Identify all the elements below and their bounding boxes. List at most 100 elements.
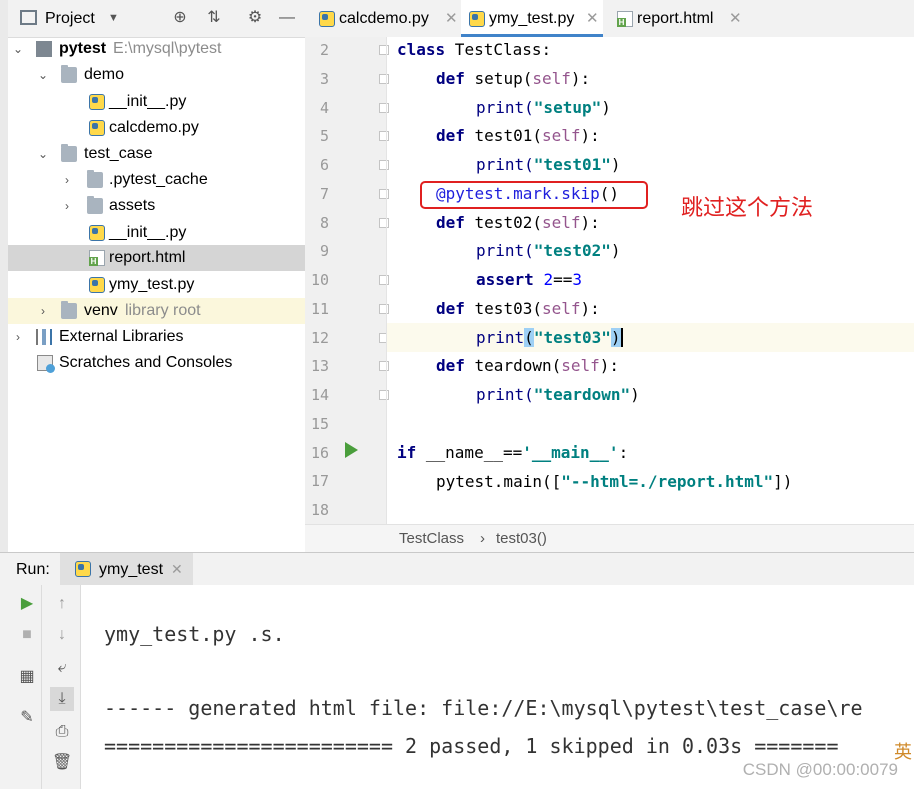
tab-label: report.html — [637, 10, 714, 27]
tab-label: ymy_test.py — [489, 10, 575, 27]
chevron-right-icon[interactable]: › — [36, 298, 50, 324]
fold-icon[interactable] — [379, 189, 389, 199]
arrow-down-icon[interactable]: ↓ — [52, 625, 72, 645]
chevron-down-icon[interactable]: ⌄ — [36, 141, 50, 167]
tree-item-label: External Libraries — [59, 328, 184, 345]
code-line: assert 2==3 — [476, 270, 582, 289]
breadcrumb-class[interactable]: TestClass — [399, 525, 464, 553]
code-line: print("teardown") — [476, 385, 640, 404]
scroll-to-end-icon[interactable]: ⤓ — [50, 687, 74, 711]
line-number: 18 — [310, 501, 329, 519]
tree-item-path: E:\mysql\pytest — [113, 40, 222, 57]
project-panel-title[interactable]: Project — [45, 0, 95, 37]
line-number: 12 — [310, 329, 329, 347]
tab-calcdemo[interactable]: calcdemo.py ✕ — [311, 0, 461, 37]
line-number: 5 — [319, 127, 329, 145]
breadcrumb-method[interactable]: test03() — [496, 525, 547, 553]
tree-item-label: venv — [84, 302, 118, 319]
run-panel-header: Run: ymy_test ✕ — [0, 552, 914, 587]
close-icon[interactable]: ✕ — [445, 0, 458, 37]
layout-icon[interactable]: ▦ — [17, 667, 37, 687]
tree-item-scratches[interactable]: Scratches and Consoles — [8, 350, 305, 376]
tree-item-ymy-test[interactable]: ymy_test.py — [8, 272, 305, 298]
tree-item-report-html[interactable]: report.html — [8, 245, 305, 271]
run-tab[interactable]: ymy_test ✕ — [60, 553, 193, 586]
console-line: ------ generated html file: file://E:\my… — [104, 696, 863, 720]
current-line-highlight — [387, 323, 914, 352]
arrow-up-icon[interactable]: ↑ — [52, 594, 72, 614]
fold-icon[interactable] — [379, 74, 389, 84]
chevron-down-icon[interactable]: ⌄ — [11, 36, 25, 62]
gear-icon[interactable]: ⚙ — [246, 9, 264, 27]
fold-icon[interactable] — [379, 103, 389, 113]
scratches-icon — [37, 355, 55, 373]
run-tab-label: ymy_test — [99, 561, 164, 578]
html-file-icon — [89, 250, 105, 266]
close-icon[interactable]: ✕ — [729, 0, 742, 37]
fold-icon[interactable] — [379, 131, 389, 141]
breadcrumb: TestClass › test03() — [305, 524, 914, 553]
run-toolbar: ▶ ■ ▦ ✎ ↑ ↓ ⤶ ⤓ ⎙ 🗑 — [0, 585, 81, 789]
code-editor[interactable]: 2 3 4 5 6 7 8 9 10 11 12 13 14 15 16 17 … — [305, 37, 914, 524]
line-number: 15 — [310, 415, 329, 433]
tree-item-test-case-init[interactable]: __init__.py — [8, 220, 305, 246]
rerun-icon[interactable]: ▶ — [17, 594, 37, 614]
close-icon[interactable]: ✕ — [586, 0, 599, 37]
code-line: def setup(self): — [436, 69, 591, 88]
fold-icon[interactable] — [379, 160, 389, 170]
tree-item-label: Scratches and Consoles — [59, 354, 233, 371]
python-file-icon — [89, 120, 105, 136]
tab-ymy-test[interactable]: ymy_test.py ✕ — [461, 0, 603, 37]
chevron-right-icon[interactable]: › — [60, 193, 74, 219]
line-number: 3 — [319, 70, 329, 88]
library-icon — [36, 329, 52, 345]
chevron-right-icon[interactable]: › — [11, 324, 25, 350]
code-line: print("test01") — [476, 155, 621, 174]
line-number: 6 — [319, 156, 329, 174]
tree-item-pytest[interactable]: ⌄ pytest E:\mysql\pytest — [8, 36, 305, 62]
chevron-right-icon[interactable]: › — [60, 167, 74, 193]
hide-icon[interactable]: — — [278, 9, 296, 27]
fold-icon[interactable] — [379, 304, 389, 314]
chevron-down-icon[interactable]: ⌄ — [36, 62, 50, 88]
soft-wrap-icon[interactable]: ⤶ — [52, 658, 72, 678]
code-line: def test02(self): — [436, 213, 600, 232]
project-panel-header: Project ▼ ⊕ ⇅ ⚙ — — [8, 0, 305, 38]
fold-icon[interactable] — [379, 45, 389, 55]
fold-icon[interactable] — [379, 218, 389, 228]
tree-item-assets[interactable]: › assets — [8, 193, 305, 219]
folder-icon — [61, 65, 77, 83]
chevron-down-icon[interactable]: ▼ — [108, 0, 119, 37]
code-line: def test03(self): — [436, 299, 600, 318]
project-panel: Project ▼ ⊕ ⇅ ⚙ — ⌄ pytest E:\mysql\pyte… — [8, 0, 306, 552]
tree-item-pytest-cache[interactable]: › .pytest_cache — [8, 167, 305, 193]
console-output[interactable]: ymy_test.py .s. ------ generated html fi… — [81, 585, 914, 789]
tree-item-label: pytest — [59, 40, 107, 57]
fold-icon[interactable] — [379, 390, 389, 400]
line-number: 9 — [319, 242, 329, 260]
folder-icon — [61, 301, 77, 319]
python-file-icon — [89, 94, 105, 110]
tree-item-test-case[interactable]: ⌄ test_case — [8, 141, 305, 167]
collapse-icon[interactable]: ⇅ — [205, 9, 223, 27]
code-line: class TestClass: — [397, 40, 552, 59]
close-icon[interactable]: ✕ — [171, 553, 183, 586]
locate-icon[interactable]: ⊕ — [171, 9, 189, 27]
tree-item-demo[interactable]: ⌄ demo — [8, 62, 305, 88]
print-icon[interactable]: ⎙ — [52, 722, 72, 742]
fold-icon[interactable] — [379, 361, 389, 371]
tree-item-label: .pytest_cache — [109, 171, 208, 188]
code-line: def teardown(self): — [436, 356, 620, 375]
tree-item-calcdemo[interactable]: calcdemo.py — [8, 115, 305, 141]
fold-icon[interactable] — [379, 275, 389, 285]
tab-report-html[interactable]: report.html ✕ — [609, 0, 755, 37]
tree-item-external-libraries[interactable]: › External Libraries — [8, 324, 305, 350]
tree-item-venv[interactable]: › venv library root — [8, 298, 305, 324]
html-file-icon — [617, 11, 633, 27]
pin-icon[interactable]: ✎ — [17, 708, 37, 728]
stop-icon[interactable]: ■ — [17, 625, 37, 645]
run-gutter-icon[interactable] — [345, 442, 358, 458]
tree-item-demo-init[interactable]: __init__.py — [8, 89, 305, 115]
trash-icon[interactable]: 🗑 — [52, 753, 72, 773]
python-file-icon — [89, 277, 105, 293]
